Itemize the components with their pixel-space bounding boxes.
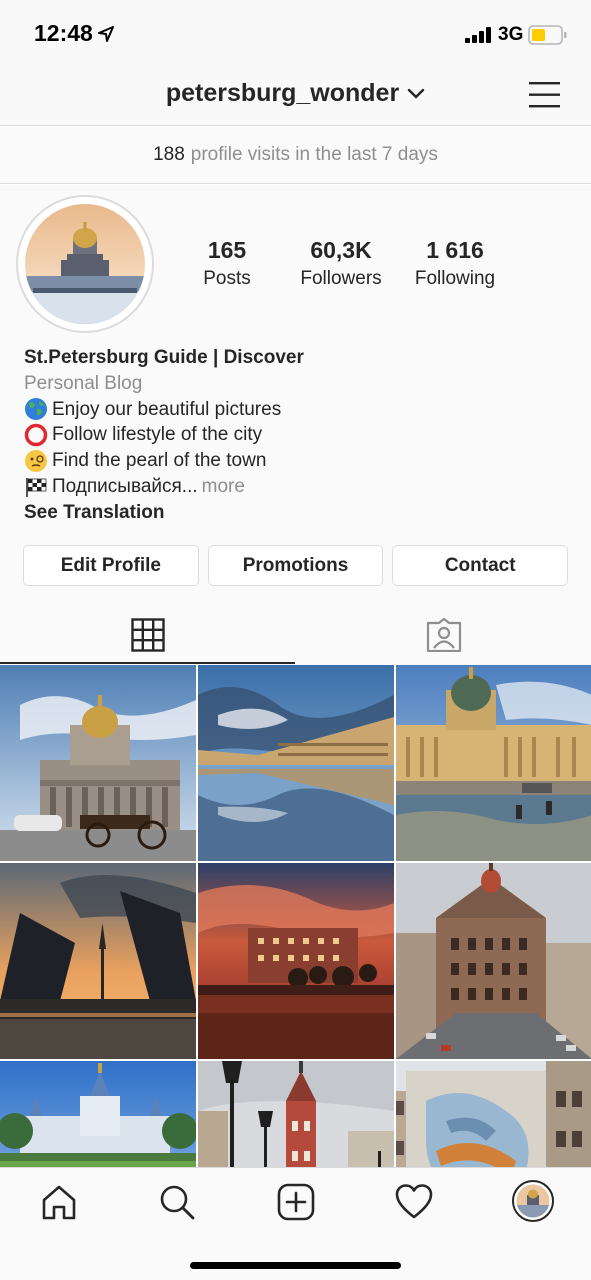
bio: St.Petersburg Guide | Discover Personal … — [24, 345, 564, 526]
signal-icon — [465, 27, 491, 43]
followers-stat[interactable]: 60,3K Followers — [286, 237, 396, 290]
post-palace-bridge-sunset[interactable] — [0, 863, 196, 1059]
avatar-image — [25, 204, 145, 324]
bio-line: Find the pearl of the town — [24, 448, 564, 474]
avatar[interactable] — [16, 195, 154, 333]
search-icon[interactable] — [157, 1182, 197, 1222]
location-arrow-icon — [98, 26, 114, 42]
globe-icon — [25, 398, 47, 421]
username: petersburg_wonder — [165, 79, 400, 107]
contact-button[interactable]: Contact — [392, 545, 569, 586]
post-mural-building[interactable] — [396, 1061, 591, 1167]
profile-actions: Edit Profile Promotions Contact — [23, 545, 569, 586]
post-palace-square-reflection[interactable] — [198, 665, 394, 861]
post-kazan-cathedral-canal[interactable] — [396, 665, 591, 861]
bio-line: Подписывайся... more — [24, 474, 564, 500]
bio-line: Follow lifestyle of the city — [24, 422, 564, 448]
post-street-lamps-tower[interactable] — [198, 1061, 394, 1167]
status-time: 12:48 — [34, 20, 93, 46]
bio-line-text: Find the pearl of the town — [52, 450, 267, 472]
promotions-button[interactable]: Promotions — [207, 545, 384, 586]
profile-tabs — [0, 605, 591, 664]
visits-count: 188 — [153, 144, 185, 165]
active-tab-indicator — [0, 662, 295, 664]
network-label: 3G — [498, 24, 524, 45]
status-bar: 12:48 3G — [0, 0, 591, 66]
post-smolny-cathedral[interactable] — [0, 1061, 196, 1167]
heart-icon[interactable] — [394, 1182, 434, 1222]
grid-icon — [130, 617, 165, 652]
profile-section: 165 Posts 60,3K Followers 1 616 Followin… — [0, 185, 591, 665]
header: petersburg_wonder — [0, 66, 591, 126]
profile-visits-banner[interactable]: 188 profile visits in the last 7 days — [0, 127, 591, 184]
see-translation-link[interactable]: See Translation — [24, 500, 564, 526]
account-switcher[interactable]: petersburg_wonder — [0, 79, 591, 108]
home-indicator[interactable] — [190, 1262, 401, 1269]
bio-line: Enjoy our beautiful pictures — [24, 397, 564, 423]
home-icon[interactable] — [39, 1182, 79, 1222]
followers-label: Followers — [300, 268, 382, 289]
post-singer-house-street[interactable] — [396, 863, 591, 1059]
followers-count: 60,3K — [310, 237, 372, 263]
posts-count: 165 — [207, 237, 247, 263]
post-isaac-cathedral-carriage[interactable] — [0, 665, 196, 861]
tab-grid[interactable] — [0, 605, 295, 664]
red-circle-icon — [24, 424, 48, 447]
battery-icon — [528, 25, 567, 45]
following-stat[interactable]: 1 616 Following — [400, 237, 510, 290]
bio-more-link[interactable]: more — [202, 474, 245, 500]
post-sunset-embankment[interactable] — [198, 863, 394, 1059]
chevron-down-icon — [407, 88, 425, 98]
posts-grid — [0, 665, 591, 1167]
menu-icon[interactable] — [529, 81, 561, 109]
posts-label: Posts — [203, 268, 251, 289]
bio-line-text: Enjoy our beautiful pictures — [52, 398, 282, 420]
tagged-icon — [426, 617, 461, 652]
monocle-face-icon — [25, 450, 47, 473]
bio-name: St.Petersburg Guide | Discover — [24, 347, 304, 368]
posts-stat[interactable]: 165 Posts — [172, 237, 282, 290]
bio-line-text: Follow lifestyle of the city — [52, 424, 263, 446]
bio-category: Personal Blog — [24, 372, 143, 394]
edit-profile-button[interactable]: Edit Profile — [23, 545, 199, 586]
profile-avatar-icon[interactable] — [512, 1180, 554, 1222]
visits-text: profile visits in the last 7 days — [190, 144, 438, 165]
tab-tagged[interactable] — [296, 605, 591, 664]
following-count: 1 616 — [426, 237, 484, 263]
new-post-icon[interactable] — [276, 1182, 316, 1222]
checkered-flag-icon — [26, 477, 47, 497]
bio-line-text: Подписывайся... — [52, 475, 198, 497]
following-label: Following — [414, 268, 496, 289]
